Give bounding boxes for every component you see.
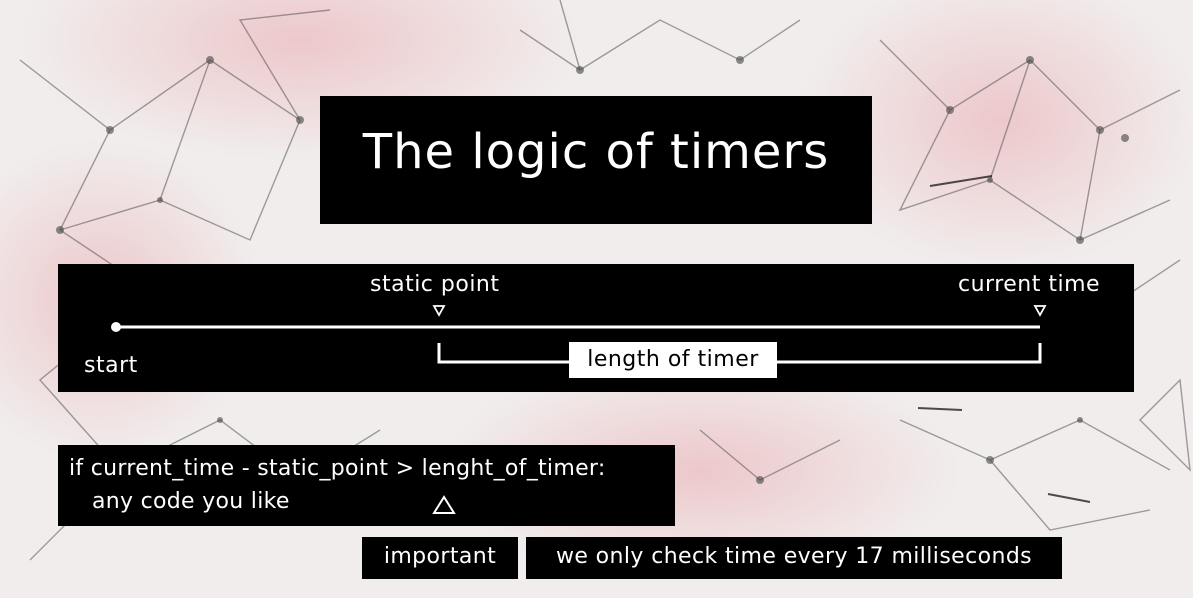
code-line-condition: if current_time - static_point > lenght_… — [69, 456, 606, 481]
important-badge: important — [362, 537, 518, 579]
start-label: start — [84, 353, 138, 378]
code-panel: if current_time - static_point > lenght_… — [58, 445, 675, 526]
current-time-label: current time — [958, 272, 1101, 297]
static-point-marker-icon — [432, 305, 446, 317]
start-point-dot — [111, 322, 121, 332]
timer-length-label: length of timer — [569, 342, 777, 378]
important-label: important — [383, 544, 497, 569]
timeline-panel: static point current time start length o… — [58, 264, 1134, 392]
title-banner: The logic of timers — [320, 96, 872, 224]
warning-triangle-icon — [432, 495, 456, 514]
note-banner: we only check time every 17 milliseconds — [526, 537, 1062, 579]
code-line-body: any code you like — [92, 489, 290, 514]
static-point-label: static point — [370, 272, 500, 297]
page-title: The logic of timers — [362, 124, 830, 180]
current-time-marker-icon — [1033, 305, 1047, 317]
note-text: we only check time every 17 milliseconds — [555, 544, 1033, 569]
